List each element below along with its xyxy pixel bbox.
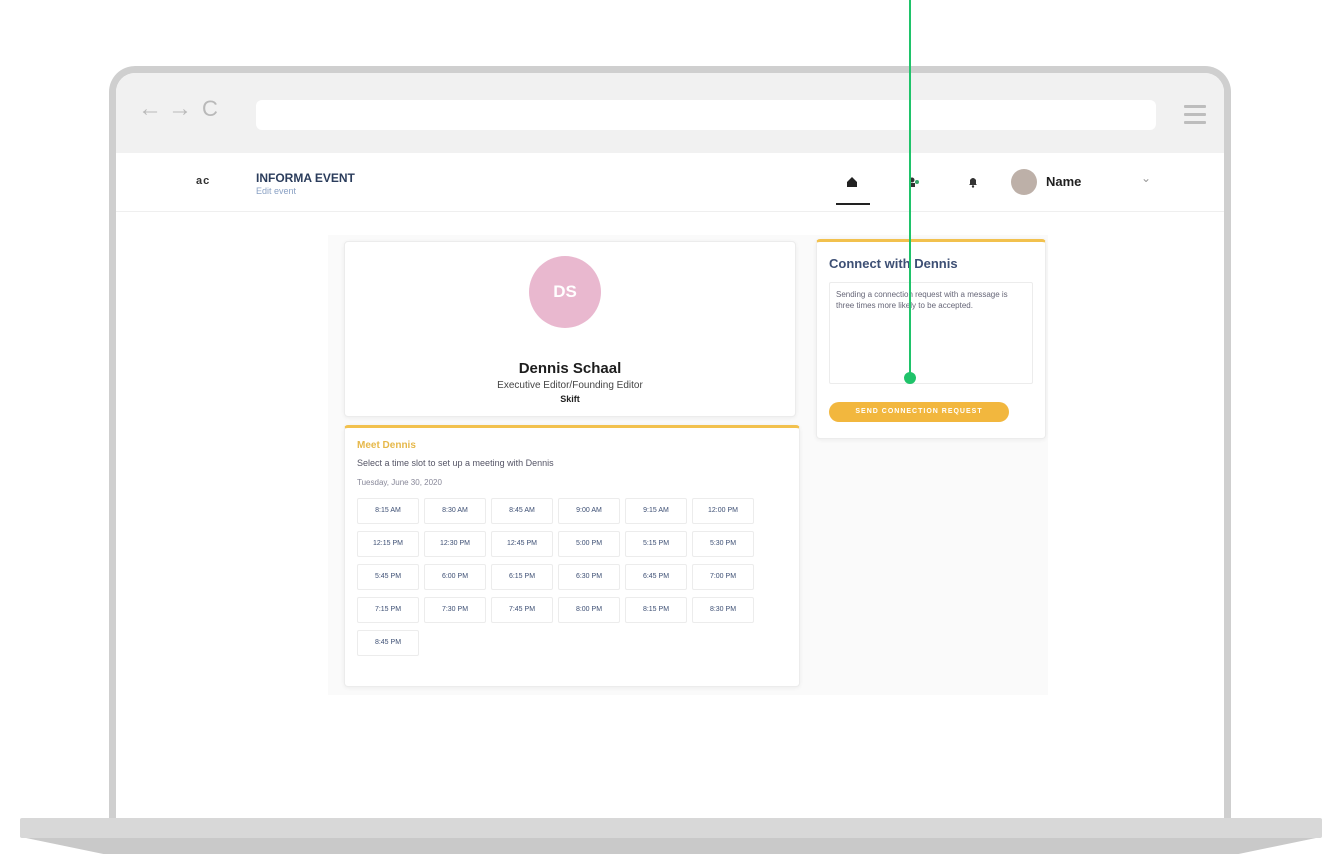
main-content: DS Dennis Schaal Executive Editor/Foundi…	[328, 235, 1048, 695]
time-slot[interactable]: 6:15 PM	[491, 564, 553, 590]
profile-card: DS Dennis Schaal Executive Editor/Foundi…	[344, 241, 796, 417]
profile-company: Skift	[560, 394, 580, 404]
bell-icon[interactable]	[968, 175, 978, 191]
connection-message-field[interactable]: Sending a connection request with a mess…	[829, 282, 1033, 384]
time-slot[interactable]: 12:45 PM	[491, 531, 553, 557]
address-bar[interactable]	[256, 100, 1156, 130]
profile-title: Executive Editor/Founding Editor	[497, 380, 643, 391]
time-slot[interactable]: 7:00 PM	[692, 564, 754, 590]
menu-icon[interactable]	[1184, 105, 1206, 129]
meet-description: Select a time slot to set up a meeting w…	[357, 458, 554, 468]
time-slot[interactable]: 8:00 PM	[558, 597, 620, 623]
reload-icon[interactable]: C	[202, 97, 218, 121]
send-connection-request-button[interactable]: SEND CONNECTION REQUEST	[829, 402, 1009, 422]
time-slot[interactable]: 12:15 PM	[357, 531, 419, 557]
profile-avatar: DS	[529, 256, 601, 328]
time-slot[interactable]: 7:30 PM	[424, 597, 486, 623]
event-title: INFORMA EVENT	[256, 171, 355, 185]
time-slot[interactable]: 9:15 AM	[625, 498, 687, 524]
time-slot[interactable]: 12:00 PM	[692, 498, 754, 524]
time-slot[interactable]: 5:15 PM	[625, 531, 687, 557]
time-slot[interactable]: 8:45 PM	[357, 630, 419, 656]
laptop-base-edge	[26, 838, 1316, 854]
annotation-line	[909, 0, 911, 377]
back-icon[interactable]: ←	[138, 97, 162, 121]
connect-title: Connect with Dennis	[829, 256, 958, 271]
time-slot[interactable]: 8:45 AM	[491, 498, 553, 524]
meet-date: Tuesday, June 30, 2020	[357, 478, 442, 487]
time-slot[interactable]: 5:45 PM	[357, 564, 419, 590]
time-slot[interactable]: 9:00 AM	[558, 498, 620, 524]
home-icon[interactable]	[836, 175, 870, 205]
app-logo[interactable]: ac	[196, 175, 210, 187]
time-slot[interactable]: 6:45 PM	[625, 564, 687, 590]
user-name[interactable]: Name	[1046, 174, 1081, 189]
annotation-dot	[904, 372, 916, 384]
laptop-base	[20, 818, 1322, 838]
browser-toolbar: ← → C	[116, 73, 1224, 154]
user-avatar[interactable]	[1011, 169, 1037, 195]
time-slot-grid: 8:15 AM 8:30 AM 8:45 AM 9:00 AM 9:15 AM …	[357, 498, 777, 656]
time-slot[interactable]: 5:30 PM	[692, 531, 754, 557]
time-slot[interactable]: 12:30 PM	[424, 531, 486, 557]
time-slot[interactable]: 5:00 PM	[558, 531, 620, 557]
time-slot[interactable]: 8:30 AM	[424, 498, 486, 524]
meet-title: Meet Dennis	[357, 440, 416, 451]
connect-card: Connect with Dennis Sending a connection…	[816, 239, 1046, 439]
time-slot[interactable]: 7:45 PM	[491, 597, 553, 623]
time-slot[interactable]: 8:30 PM	[692, 597, 754, 623]
time-slot[interactable]: 8:15 PM	[625, 597, 687, 623]
time-slot[interactable]: 6:00 PM	[424, 564, 486, 590]
chevron-down-icon[interactable]: ⌄	[1141, 171, 1151, 185]
edit-event-link[interactable]: Edit event	[256, 186, 296, 196]
meet-card: Meet Dennis Select a time slot to set up…	[344, 425, 800, 687]
time-slot[interactable]: 8:15 AM	[357, 498, 419, 524]
laptop-screen: ← → C ac INFORMA EVENT Edit event Name ⌄…	[109, 66, 1231, 826]
profile-name: Dennis Schaal	[518, 360, 622, 377]
app-header: ac INFORMA EVENT Edit event Name ⌄	[116, 153, 1224, 212]
time-slot[interactable]: 7:15 PM	[357, 597, 419, 623]
time-slot[interactable]: 6:30 PM	[558, 564, 620, 590]
forward-icon[interactable]: →	[168, 97, 192, 121]
